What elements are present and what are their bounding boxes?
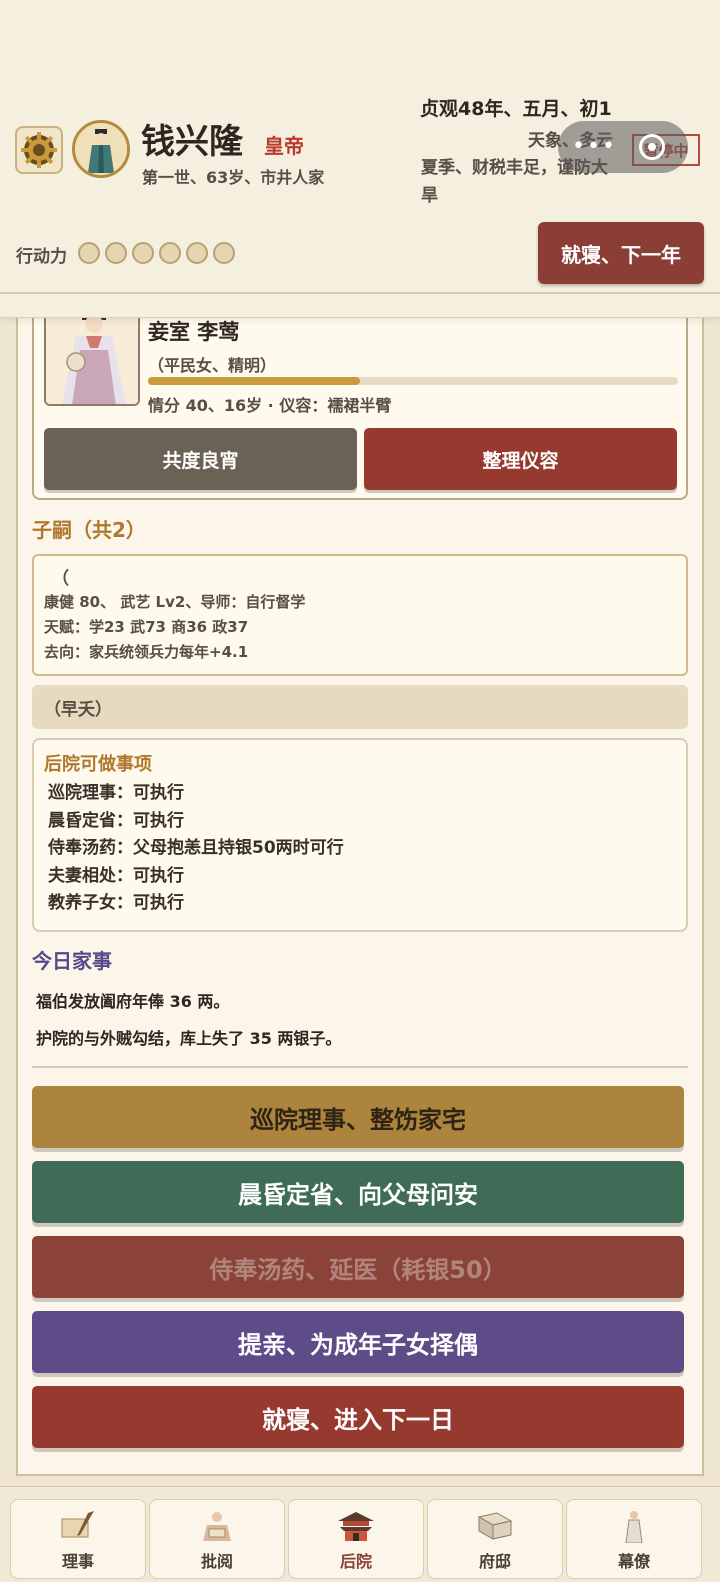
heir-talents: 天赋：学23 武73 商36 政37 <box>44 618 249 636</box>
tab-review[interactable]: 批阅 <box>149 1499 285 1579</box>
action-point-dot <box>159 242 181 264</box>
action-points-label: 行动力 <box>16 247 67 267</box>
tab-harem[interactable]: 后院 <box>288 1499 424 1579</box>
groom-button[interactable]: 整理仪容 <box>364 428 677 490</box>
action-points-meter <box>78 242 235 264</box>
advisor-figure-icon <box>612 1508 656 1544</box>
today-events-heading: 今日家事 <box>32 949 112 973</box>
serve-medicine-button[interactable]: 侍奉汤药、延医（耗银50） <box>32 1236 684 1298</box>
tab-label: 府邸 <box>478 1552 511 1571</box>
mini-program-capsule[interactable]: ••• <box>558 121 688 173</box>
palace-icon <box>334 1508 378 1544</box>
tab-label: 后院 <box>339 1552 372 1571</box>
consort-card: 妾室 李莺 （平民女、精明） 情分 40、16岁 · 仪容：襦裙半臂 共度良宵 … <box>32 300 688 500</box>
tab-label: 理事 <box>61 1552 94 1571</box>
task-item: 教养子女：可执行 <box>48 893 184 913</box>
bottom-nav: 理事 批阅 后院 府邸 幕僚 <box>0 1486 720 1582</box>
tab-affairs[interactable]: 理事 <box>10 1499 146 1579</box>
gear-icon <box>21 132 57 168</box>
consort-description: （平民女、精明） <box>148 356 277 375</box>
action-point-dot <box>186 242 208 264</box>
settings-button[interactable] <box>15 126 63 174</box>
heir-destination: 去向：家兵统领兵力每年+4.1 <box>44 643 249 661</box>
scroll-brush-icon <box>56 1508 100 1544</box>
heir-card[interactable]: （ 康健 80、 武艺 Lv2、导师：自行督学 天赋：学23 武73 商36 政… <box>32 554 688 676</box>
action-point-dot <box>132 242 154 264</box>
heir-health: 康健 80、 武艺 Lv2、导师：自行督学 <box>44 593 306 611</box>
status-header: 钱兴隆 皇帝 第一世、63岁、市井人家 贞观48年、五月、初1 天象、多云 夏季… <box>0 0 720 318</box>
favor-bar <box>148 377 678 385</box>
tab-advisors[interactable]: 幕僚 <box>566 1499 702 1579</box>
sleep-next-year-button[interactable]: 就寝、下一年 <box>538 222 704 284</box>
more-icon[interactable]: ••• <box>572 136 617 158</box>
action-point-dot <box>213 242 235 264</box>
official-reading-icon <box>195 1508 239 1544</box>
spend-night-button[interactable]: 共度良宵 <box>44 428 357 490</box>
heir-card-deceased: （早夭） <box>32 685 688 729</box>
heir-name: （ <box>52 569 69 589</box>
sleep-next-day-button[interactable]: 就寝、进入下一日 <box>32 1386 684 1448</box>
tasks-heading: 后院可做事项 <box>44 754 152 775</box>
ruler-title-badge: 皇帝 <box>264 134 304 158</box>
task-item: 巡院理事：可执行 <box>48 783 184 803</box>
close-mini-program-icon[interactable] <box>638 134 665 160</box>
action-point-dot <box>105 242 127 264</box>
tab-label: 批阅 <box>200 1552 233 1571</box>
task-item: 侍奉汤药：父母抱恙且持银50两时可行 <box>48 838 344 858</box>
heirs-heading: 子嗣（共2） <box>32 518 146 542</box>
available-tasks-card: 后院可做事项 巡院理事：可执行 晨昏定省：可执行 侍奉汤药：父母抱恙且持银50两… <box>32 738 688 932</box>
game-date: 贞观48年、五月、初1 <box>420 98 612 120</box>
greet-parents-button[interactable]: 晨昏定省、向父母问安 <box>32 1161 684 1223</box>
task-item: 夫妻相处：可执行 <box>48 865 184 886</box>
consort-name: 妾室 李莺 <box>148 320 240 344</box>
task-item: 晨昏定省：可执行 <box>48 810 184 831</box>
ruler-name: 钱兴隆 <box>141 122 243 162</box>
emperor-portrait-icon <box>75 123 127 175</box>
consort-stats: 情分 40、16岁 · 仪容：襦裙半臂 <box>148 396 392 415</box>
books-icon <box>473 1508 517 1544</box>
harem-panel: 妾室 李莺 （平民女、精明） 情分 40、16岁 · 仪容：襦裙半臂 共度良宵 … <box>16 300 704 1476</box>
ruler-avatar[interactable] <box>72 120 130 178</box>
ruler-info: 第一世、63岁、市井人家 <box>142 168 325 187</box>
arrange-marriage-button[interactable]: 提亲、为成年子女择偶 <box>32 1311 684 1373</box>
action-point-dot <box>78 242 100 264</box>
tab-mansion[interactable]: 府邸 <box>427 1499 563 1579</box>
event-line: 护院的与外贼勾结，库上失了 35 两银子。 <box>36 1029 342 1048</box>
tab-label: 幕僚 <box>617 1552 650 1571</box>
event-line: 福伯发放阖府年俸 36 两。 <box>36 992 230 1011</box>
section-divider <box>32 1066 688 1068</box>
header-divider <box>0 292 720 294</box>
favor-bar-fill <box>148 377 360 385</box>
patrol-manor-button[interactable]: 巡院理事、整饬家宅 <box>32 1086 684 1148</box>
